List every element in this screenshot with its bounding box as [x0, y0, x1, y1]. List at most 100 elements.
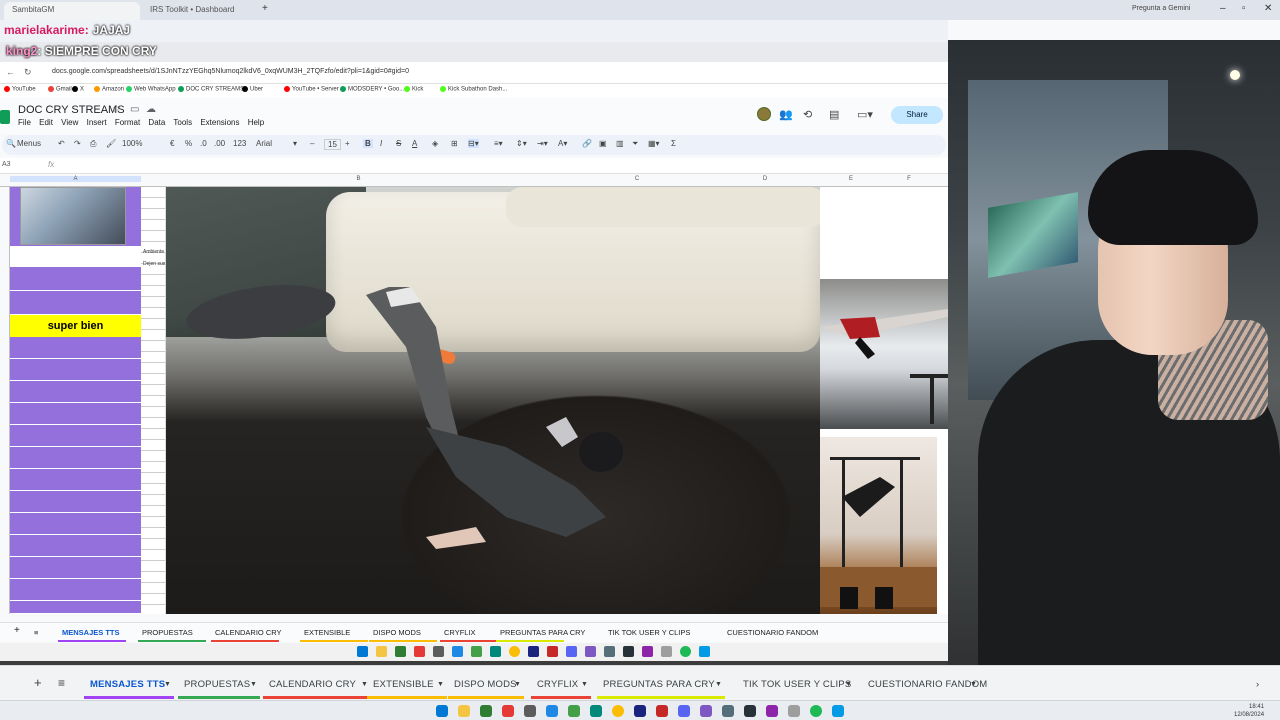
insert-comment-icon[interactable]: ▣ — [599, 139, 607, 148]
search-icon[interactable]: 🔍 — [6, 139, 16, 148]
url-field[interactable]: docs.google.com/spreadsheets/d/1SJnNTzzY… — [52, 68, 409, 75]
menu-insert[interactable]: Insert — [87, 118, 107, 127]
sheet-tab[interactable]: CALENDARIO CRY — [215, 628, 282, 637]
windows-start-icon[interactable] — [357, 646, 368, 657]
tab-menu-icon[interactable]: ▼ — [715, 681, 722, 688]
sheet-tab[interactable]: DISPO MODS — [373, 628, 421, 637]
italic-button[interactable]: I — [380, 139, 382, 148]
app-icon[interactable] — [502, 705, 514, 717]
tab-menu-icon[interactable]: ▼ — [970, 681, 977, 688]
column-header-a[interactable]: A — [10, 176, 141, 182]
tab-menu-icon[interactable]: ▼ — [250, 681, 257, 688]
sheet-tab[interactable]: DISPO MODS — [454, 679, 517, 690]
reload-icon[interactable]: ↻ — [24, 67, 32, 78]
steam-icon[interactable] — [528, 646, 539, 657]
maximize-icon[interactable]: ▫ — [1242, 3, 1246, 14]
tab-menu-icon[interactable]: ▼ — [581, 681, 588, 688]
steam-icon[interactable] — [634, 705, 646, 717]
menus-search[interactable]: Menus — [17, 139, 41, 148]
column-header-e[interactable]: E — [832, 176, 870, 182]
bookmark-item[interactable]: Amazon — [94, 86, 124, 93]
star-icon[interactable]: ☆ — [112, 104, 121, 115]
sheet-tab[interactable]: TIK TOK USER Y CLIPS — [608, 628, 690, 637]
sheets-logo[interactable] — [0, 110, 10, 124]
app-icon[interactable] — [832, 705, 844, 717]
bookmark-item[interactable]: Web WhatsApp — [126, 86, 176, 93]
close-icon[interactable]: ✕ — [1264, 3, 1272, 14]
sheet-tab[interactable]: MENSAJES TTS — [90, 679, 165, 690]
new-tab-icon[interactable]: + — [262, 3, 268, 14]
bookmark-item[interactable]: Gmail — [48, 86, 72, 93]
sheet-tab[interactable]: TIK TOK USER Y CLIPS — [743, 679, 851, 690]
back-icon[interactable]: ← — [6, 67, 15, 77]
embedded-photo-side-2[interactable] — [820, 437, 937, 614]
column-header-f[interactable]: F — [870, 176, 948, 182]
filter-views-icon[interactable]: ▦▾ — [648, 139, 660, 148]
app-icon[interactable] — [547, 646, 558, 657]
history-icon[interactable]: ⟲ — [803, 108, 812, 121]
sheet-tab[interactable]: EXTENSIBLE — [373, 679, 434, 690]
windows-start-icon[interactable] — [436, 705, 448, 717]
fill-color-icon[interactable]: ◈ — [432, 139, 438, 148]
tab-menu-icon[interactable]: ▼ — [845, 681, 852, 688]
insert-chart-icon[interactable]: ▥ — [616, 139, 624, 148]
bookmark-item[interactable]: YouTube — [4, 86, 36, 93]
column-header-b[interactable]: B — [141, 176, 576, 182]
cell[interactable] — [10, 381, 141, 403]
menu-tools[interactable]: Tools — [173, 118, 192, 127]
cell[interactable] — [10, 291, 141, 315]
cell[interactable] — [10, 337, 141, 359]
spreadsheet-grid[interactable]: super bien Ambiente Dejen sus — [0, 187, 948, 614]
font-select[interactable]: Arial — [256, 139, 272, 148]
menu-edit[interactable]: Edit — [39, 118, 53, 127]
sheet-tab[interactable]: CRYFLIX — [537, 679, 578, 690]
menu-file[interactable]: File — [18, 118, 31, 127]
font-size-decrease[interactable]: – — [310, 139, 314, 148]
app-icon[interactable] — [568, 705, 580, 717]
sheet-tab[interactable]: MENSAJES TTS — [62, 628, 120, 637]
outer-tab-irs[interactable]: IRS Toolkit • Dashboard — [142, 2, 258, 20]
spotify-icon[interactable] — [810, 705, 822, 717]
collaborator-avatar[interactable] — [757, 107, 771, 121]
decrease-decimal-button[interactable]: .0 — [200, 139, 207, 148]
increase-decimal-button[interactable]: .00 — [214, 139, 225, 148]
app-icon[interactable] — [766, 705, 778, 717]
cell[interactable] — [10, 267, 141, 291]
app-icon[interactable] — [661, 646, 672, 657]
menu-help[interactable]: Help — [248, 118, 264, 127]
bookmark-item[interactable]: MODSDERY • Goo... — [340, 86, 404, 93]
app-icon[interactable] — [604, 646, 615, 657]
comment-icon[interactable]: ▤ — [829, 108, 839, 121]
borders-icon[interactable]: ⊞ — [451, 139, 458, 148]
move-folder-icon[interactable]: ▭ — [130, 104, 139, 115]
bold-button[interactable]: B — [363, 139, 373, 148]
file-explorer-icon[interactable] — [376, 646, 387, 657]
chrome-icon[interactable] — [509, 646, 520, 657]
tab-menu-icon[interactable]: ▼ — [361, 681, 368, 688]
chevron-right-icon[interactable]: › — [1256, 679, 1259, 690]
app-icon[interactable] — [585, 646, 596, 657]
tab-menu-icon[interactable]: ▼ — [514, 681, 521, 688]
font-size-input[interactable]: 15 — [324, 139, 341, 150]
cell[interactable] — [10, 579, 141, 601]
app-icon[interactable] — [490, 646, 501, 657]
app-icon[interactable] — [471, 646, 482, 657]
app-icon[interactable] — [480, 705, 492, 717]
cell[interactable] — [10, 601, 141, 614]
cell[interactable] — [10, 491, 141, 513]
file-explorer-icon[interactable] — [458, 705, 470, 717]
discord-icon[interactable] — [566, 646, 577, 657]
app-icon[interactable] — [590, 705, 602, 717]
chrome-icon[interactable] — [612, 705, 624, 717]
sheet-tab[interactable]: PROPUESTAS — [184, 679, 250, 690]
highlighted-cell[interactable]: super bien — [10, 315, 141, 337]
sheet-tab[interactable]: PROPUESTAS — [142, 628, 193, 637]
print-icon[interactable]: ⎙ — [90, 139, 96, 149]
zoom-select[interactable]: 100% — [122, 139, 142, 148]
share-button[interactable]: Share — [891, 106, 943, 124]
spotify-icon[interactable] — [680, 646, 691, 657]
all-sheets-icon[interactable]: ≡ — [58, 676, 65, 690]
app-icon[interactable] — [414, 646, 425, 657]
number-format-button[interactable]: 123 — [233, 139, 246, 148]
column-header-d[interactable]: D — [698, 176, 832, 182]
